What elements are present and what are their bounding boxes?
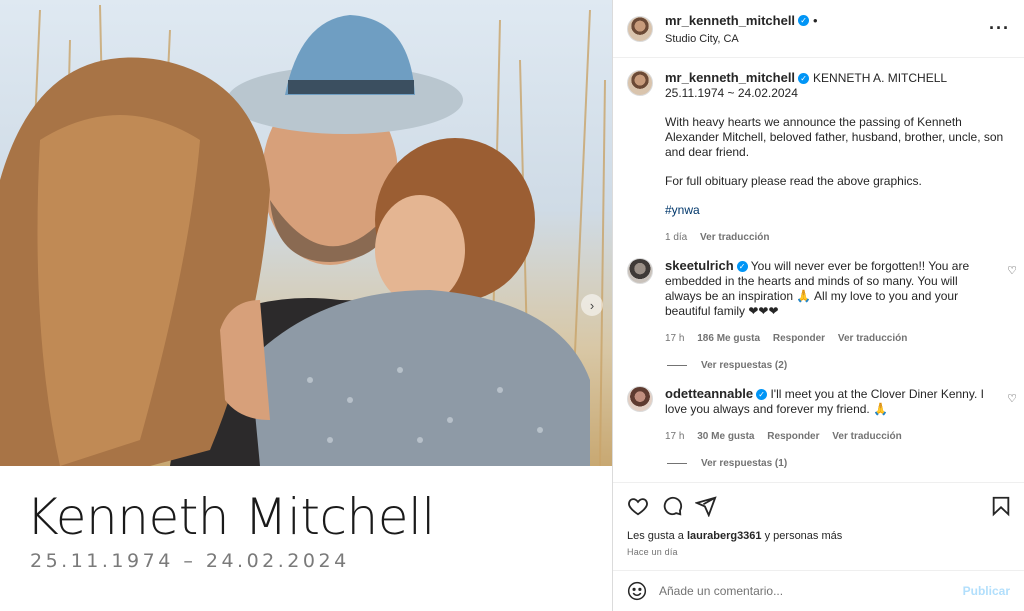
commenter-avatar[interactable] bbox=[627, 386, 653, 412]
comment-likes[interactable]: 186 Me gusta bbox=[697, 333, 760, 344]
likes-suffix[interactable]: y personas más bbox=[765, 530, 843, 542]
caption-avatar[interactable] bbox=[627, 70, 653, 96]
verified-icon: ✓ bbox=[798, 15, 810, 27]
commenter-username[interactable]: skeetulrich bbox=[665, 258, 734, 273]
comment-likes[interactable]: 30 Me gusta bbox=[697, 431, 754, 442]
comment-composer: Publicar bbox=[613, 570, 1024, 611]
caption-meta: 1 día Ver traducción bbox=[665, 230, 1005, 245]
verified-icon: ✓ bbox=[736, 261, 748, 273]
caption-paragraph: For full obituary please read the above … bbox=[665, 174, 922, 188]
author-avatar[interactable] bbox=[627, 15, 653, 42]
caption-paragraph: With heavy hearts we announce the passin… bbox=[665, 115, 1004, 159]
more-options-icon[interactable]: ··· bbox=[989, 18, 1010, 39]
memorial-name: Kenneth Mitchell bbox=[26, 488, 435, 546]
translate-link[interactable]: Ver traducción bbox=[832, 431, 901, 442]
caption-full-name: KENNETH A. MITCHELL bbox=[813, 71, 948, 85]
translate-link[interactable]: Ver traducción bbox=[838, 333, 907, 344]
post-location[interactable]: Studio City, CA bbox=[665, 33, 818, 45]
post-panel: mr_kenneth_mitchell ✓ • Studio City, CA ··… bbox=[613, 0, 1024, 611]
comment-input[interactable] bbox=[659, 584, 959, 598]
reply-button[interactable]: Responder bbox=[773, 333, 825, 344]
heart-icon[interactable] bbox=[627, 495, 649, 517]
translate-link[interactable]: Ver traducción bbox=[700, 232, 769, 243]
action-icons bbox=[627, 495, 717, 517]
comment: skeetulrich ✓ You will never ever be forg… bbox=[627, 258, 1017, 371]
caption-username[interactable]: mr_kenneth_mitchell bbox=[665, 70, 795, 85]
view-replies-button[interactable]: Ver respuestas (1) bbox=[667, 458, 1017, 469]
comment-icon[interactable] bbox=[661, 495, 683, 517]
verified-icon: ✓ bbox=[756, 389, 768, 401]
memorial-dates: 25.11.1974 – 24.02.2024 bbox=[30, 550, 350, 572]
hashtag-link[interactable]: #ynwa bbox=[665, 203, 1005, 218]
emoji-icon[interactable] bbox=[627, 581, 647, 601]
carousel-next-button[interactable]: › bbox=[581, 294, 603, 316]
comment-time: 17 h bbox=[665, 333, 685, 344]
comment-like-icon[interactable]: ♡ bbox=[1007, 392, 1017, 405]
author-username[interactable]: mr_kenneth_mitchell bbox=[665, 13, 795, 28]
caption-dates: 25.11.1974 ~ 24.02.2024 bbox=[665, 86, 798, 100]
comment-meta: 17 h 30 Me gusta Responder Ver traducció… bbox=[665, 429, 995, 444]
comment-like-icon[interactable]: ♡ bbox=[1007, 264, 1017, 277]
save-icon[interactable] bbox=[990, 495, 1012, 517]
verified-icon: ✓ bbox=[798, 73, 810, 85]
commenter-avatar[interactable] bbox=[627, 258, 653, 284]
header-text: mr_kenneth_mitchell ✓ • Studio City, CA bbox=[665, 12, 818, 45]
post-modal: › Kenneth Mitchell 25.11.1974 – 24.02.20… bbox=[0, 0, 1024, 611]
comment-body: skeetulrich ✓ You will never ever be forg… bbox=[665, 258, 995, 346]
likes-prefix: Les gusta a bbox=[627, 530, 684, 542]
view-replies-button[interactable]: Ver respuestas (2) bbox=[667, 360, 1017, 371]
family-photo: › bbox=[0, 0, 612, 466]
comment: odetteannable ✓ I'll meet you at the Clov… bbox=[627, 386, 1017, 469]
post-media: › Kenneth Mitchell 25.11.1974 – 24.02.20… bbox=[0, 0, 613, 611]
post-age: Hace un día bbox=[627, 547, 678, 557]
share-icon[interactable] bbox=[695, 495, 717, 517]
reply-button[interactable]: Responder bbox=[767, 431, 819, 442]
actions-bar: Les gusta a lauraberg3361 y personas más… bbox=[613, 482, 1024, 557]
caption-time: 1 día bbox=[665, 232, 688, 243]
commenter-username[interactable]: odetteannable bbox=[665, 386, 753, 401]
caption-body: mr_kenneth_mitchell ✓ KENNETH A. MITCHELL … bbox=[665, 70, 1005, 245]
likes-user-link[interactable]: lauraberg3361 bbox=[687, 530, 762, 542]
memorial-card: Kenneth Mitchell 25.11.1974 – 24.02.2024 bbox=[0, 466, 612, 611]
comment-time: 17 h bbox=[665, 431, 685, 442]
publish-button[interactable]: Publicar bbox=[963, 584, 1010, 598]
likes-summary: Les gusta a lauraberg3361 y personas más bbox=[627, 530, 842, 542]
post-header: mr_kenneth_mitchell ✓ • Studio City, CA ··… bbox=[613, 0, 1024, 58]
comment-meta: 17 h 186 Me gusta Responder Ver traducci… bbox=[665, 331, 995, 346]
comment-body: odetteannable ✓ I'll meet you at the Clov… bbox=[665, 386, 995, 444]
post-caption: mr_kenneth_mitchell ✓ KENNETH A. MITCHELL … bbox=[627, 70, 1007, 245]
header-separator: • bbox=[813, 13, 818, 28]
